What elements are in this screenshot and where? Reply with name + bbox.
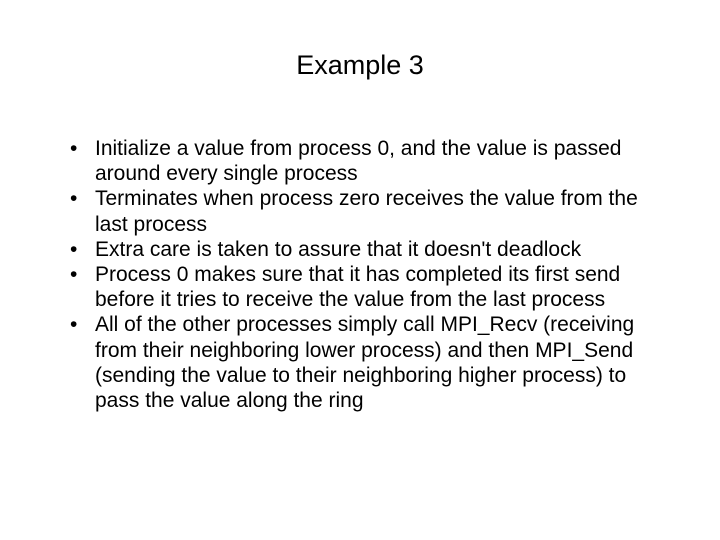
list-item: All of the other processes simply call M…: [70, 312, 670, 413]
list-item: Process 0 makes sure that it has complet…: [70, 262, 670, 312]
slide-container: Example 3 Initialize a value from proces…: [0, 0, 720, 540]
bullet-list: Initialize a value from process 0, and t…: [50, 136, 670, 413]
list-item: Extra care is taken to assure that it do…: [70, 237, 670, 262]
list-item: Terminates when process zero receives th…: [70, 186, 670, 236]
list-item: Initialize a value from process 0, and t…: [70, 136, 670, 186]
slide-title: Example 3: [50, 50, 670, 81]
